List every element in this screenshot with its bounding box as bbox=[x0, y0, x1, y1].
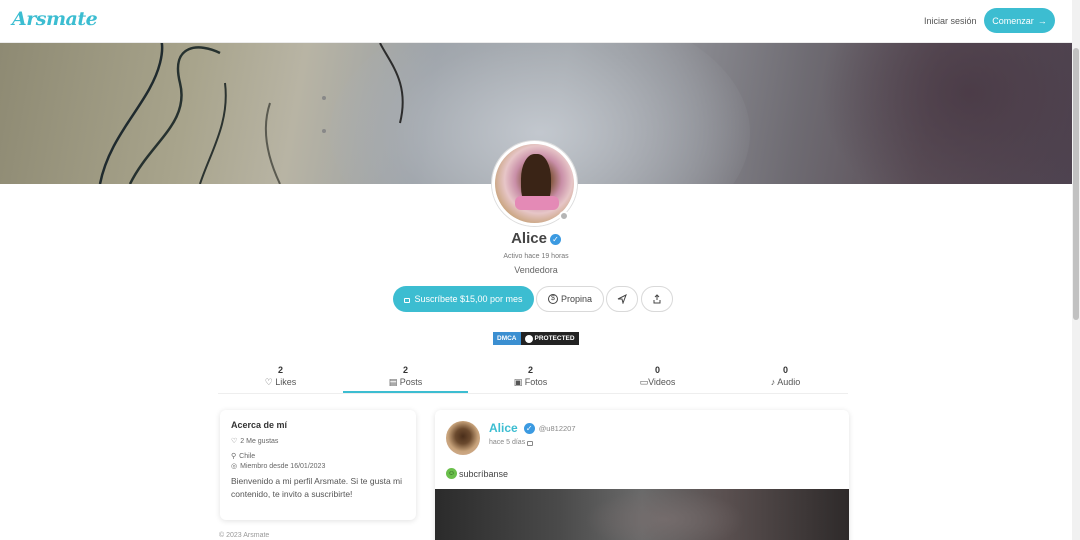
scrollbar-thumb[interactable] bbox=[1073, 48, 1079, 320]
tip-label: Propina bbox=[560, 294, 593, 304]
post-avatar[interactable] bbox=[446, 421, 480, 455]
get-started-label: Comenzar bbox=[992, 15, 1034, 26]
login-link[interactable]: Iniciar sesión bbox=[924, 16, 977, 26]
tab-photos-count: 2 bbox=[527, 365, 533, 375]
tab-videos-count: 0 bbox=[654, 365, 660, 375]
document-icon: ▤ bbox=[388, 377, 398, 387]
dmca-badge[interactable]: DMCA PROTECTED bbox=[493, 332, 579, 345]
tabs-divider bbox=[218, 393, 848, 394]
dmca-protected-label: PROTECTED bbox=[534, 335, 575, 342]
verified-icon: ✓ bbox=[549, 233, 561, 245]
about-member-since: Miembro desde 16/01/2023 bbox=[240, 463, 326, 470]
post-media-locked[interactable] bbox=[435, 489, 849, 540]
tab-audio-count: 0 bbox=[782, 365, 788, 375]
top-navbar: Arsmate Iniciar sesión Comenzar → bbox=[0, 0, 1072, 43]
tab-posts-label: Posts bbox=[399, 377, 423, 387]
image-icon: ▣ bbox=[513, 377, 523, 387]
tip-button[interactable]: $ Propina bbox=[536, 286, 604, 312]
post-card: Alice ✓ @u812207 hace 5 días ☺ subcríban… bbox=[435, 410, 849, 540]
scrollbar[interactable] bbox=[1072, 0, 1080, 540]
about-likes-row: ♡ 2 Me gustas bbox=[231, 437, 405, 447]
last-active-text: Activo hace 19 horas bbox=[503, 253, 569, 260]
post-handle: @u812207 bbox=[538, 423, 576, 433]
arrow-right-icon: → bbox=[1037, 15, 1047, 26]
post-time-text: hace 5 días bbox=[489, 439, 526, 446]
location-pin-icon: ⚲ bbox=[231, 453, 237, 460]
tab-videos-label: Videos bbox=[648, 377, 676, 387]
lock-icon bbox=[527, 441, 534, 446]
get-started-button[interactable]: Comenzar → bbox=[984, 8, 1055, 33]
microphone-icon: ♪ bbox=[770, 377, 776, 387]
tab-likes-count: 2 bbox=[277, 365, 283, 375]
tab-likes-label: Likes bbox=[275, 377, 297, 387]
post-author-name: Alice bbox=[489, 421, 518, 435]
tab-videos[interactable]: 0 ▭Videos bbox=[595, 365, 720, 388]
about-card: Acerca de mí ♡ 2 Me gustas ⚲ Chile ◎ Miembr… bbox=[220, 410, 416, 520]
tab-photos[interactable]: 2 ▣ Fotos bbox=[468, 365, 593, 388]
about-location-row: ⚲ Chile bbox=[231, 452, 405, 462]
post-time: hace 5 días bbox=[489, 439, 534, 446]
share-icon bbox=[653, 294, 661, 304]
cover-cables bbox=[98, 43, 404, 184]
tab-posts-count: 2 bbox=[402, 365, 408, 375]
subscribe-button[interactable]: Suscríbete $15,00 por mes bbox=[393, 286, 534, 312]
about-member-row: ◎ Miembro desde 16/01/2023 bbox=[231, 462, 405, 472]
about-title: Acerca de mí bbox=[231, 420, 288, 430]
online-status-dot bbox=[559, 211, 569, 221]
coin-icon: $ bbox=[547, 294, 558, 304]
about-bio: Bienvenido a mi perfil Arsmate. Si te gu… bbox=[231, 476, 403, 499]
message-button[interactable] bbox=[606, 286, 638, 312]
profile-name-text: Alice bbox=[511, 230, 547, 247]
post-author[interactable]: Alice ✓ @u812207 bbox=[489, 421, 576, 435]
about-location: Chile bbox=[239, 453, 256, 460]
subscribe-label: Suscríbete $15,00 por mes bbox=[414, 294, 523, 304]
post-text: ☺ subcríbanse bbox=[446, 468, 508, 479]
user-circle-icon: ◎ bbox=[231, 463, 238, 470]
tab-posts[interactable]: 2 ▤ Posts bbox=[343, 365, 468, 388]
profile-role: Vendedora bbox=[514, 265, 558, 275]
lock-icon bbox=[404, 297, 411, 303]
tab-photos-label: Fotos bbox=[524, 377, 548, 387]
verified-icon: ✓ bbox=[523, 422, 535, 434]
share-button[interactable] bbox=[641, 286, 673, 312]
tab-likes[interactable]: 2 ♡ Likes bbox=[218, 365, 343, 388]
tab-audio[interactable]: 0 ♪ Audio bbox=[723, 365, 848, 388]
heart-icon: ♡ bbox=[264, 377, 273, 387]
heart-icon: ♡ bbox=[231, 438, 238, 445]
dmca-label: DMCA bbox=[493, 332, 521, 345]
dmca-lock-icon bbox=[524, 334, 533, 343]
tab-audio-label: Audio bbox=[777, 377, 801, 387]
about-likes: 2 Me gustas bbox=[240, 438, 279, 445]
video-icon: ▭ bbox=[639, 377, 649, 387]
send-icon bbox=[617, 294, 627, 304]
active-tab-indicator bbox=[343, 391, 468, 393]
copyright: © 2023 Arsmate bbox=[219, 532, 270, 539]
profile-name: Alice ✓ bbox=[0, 230, 1072, 247]
logo[interactable]: Arsmate bbox=[12, 8, 98, 30]
post-text-content: subcríbanse bbox=[459, 468, 509, 479]
emoji-icon: ☺ bbox=[446, 468, 457, 479]
